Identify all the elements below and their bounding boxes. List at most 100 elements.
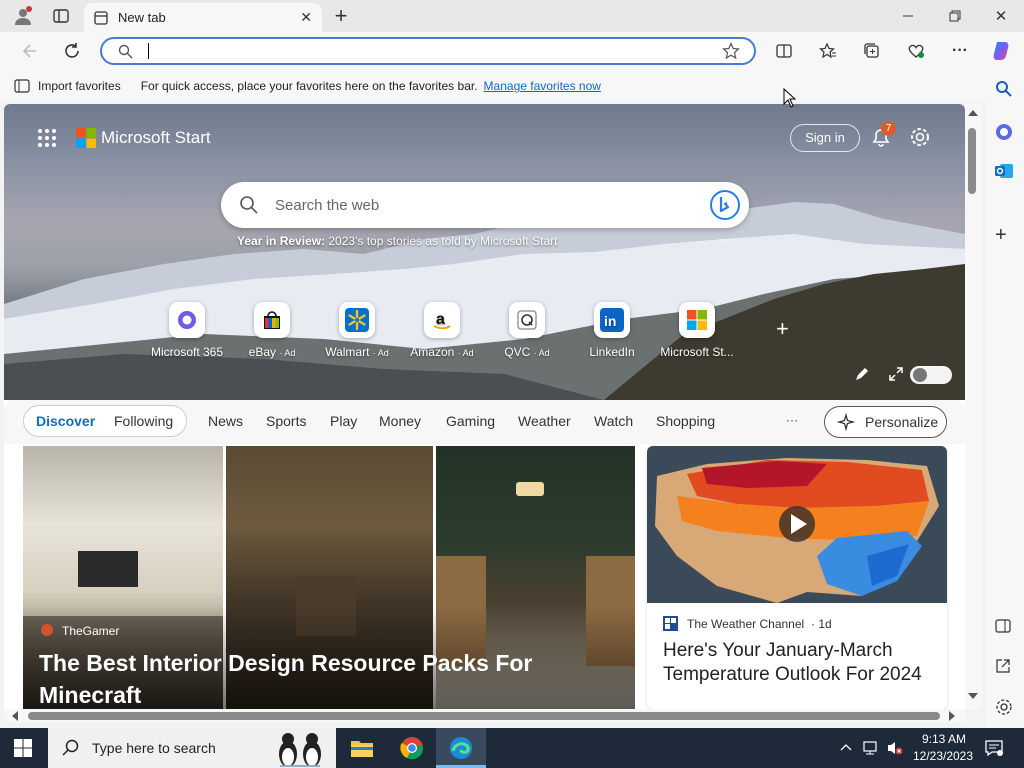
scroll-up-icon[interactable] bbox=[968, 110, 978, 116]
tab-actions-icon[interactable] bbox=[50, 6, 72, 26]
chrome-icon[interactable] bbox=[400, 736, 424, 760]
volume-muted-icon[interactable] bbox=[886, 740, 904, 756]
vertical-scrollbar[interactable] bbox=[965, 104, 981, 709]
favorites-icon[interactable] bbox=[817, 41, 839, 61]
tile-qvc[interactable]: QVC · Ad bbox=[484, 302, 570, 359]
refresh-icon[interactable] bbox=[61, 40, 83, 62]
scroll-down-icon[interactable] bbox=[968, 693, 978, 699]
vertical-scroll-thumb[interactable] bbox=[968, 128, 976, 194]
app-launcher-icon[interactable] bbox=[37, 128, 57, 148]
add-shortcut-icon[interactable]: + bbox=[776, 316, 789, 342]
split-screen-icon[interactable] bbox=[773, 41, 795, 61]
walmart-spark-icon bbox=[345, 308, 369, 332]
tab-following[interactable]: Following bbox=[114, 413, 173, 429]
add-sidebar-app-icon[interactable]: + bbox=[995, 224, 1007, 247]
open-external-icon[interactable] bbox=[995, 658, 1011, 674]
page-settings-gear-icon[interactable] bbox=[909, 126, 931, 148]
outlook-icon[interactable] bbox=[994, 162, 1014, 180]
tab-gaming[interactable]: Gaming bbox=[446, 413, 495, 429]
microsoft365-icon[interactable] bbox=[994, 122, 1014, 142]
clock-time[interactable]: 9:13 AM bbox=[916, 732, 972, 746]
scroll-right-icon[interactable] bbox=[949, 711, 955, 721]
windows-start-icon[interactable] bbox=[14, 739, 32, 757]
import-favorites-icon[interactable] bbox=[14, 79, 30, 93]
personalize-button[interactable]: Personalize bbox=[824, 406, 947, 438]
bing-chat-icon[interactable] bbox=[709, 189, 741, 221]
edge-sidebar: + bbox=[986, 70, 1024, 727]
taskbar-search-box[interactable]: Type here to search bbox=[48, 728, 336, 768]
card1-title[interactable]: The Best Interior Design Resource Packs … bbox=[39, 647, 599, 709]
tile-label: eBay bbox=[248, 345, 276, 359]
windows-taskbar: Type here to search 9:13 AM 12/23/2023 bbox=[0, 728, 1024, 768]
close-tab-icon[interactable]: ✕ bbox=[300, 9, 312, 26]
new-tab-page-icon bbox=[94, 10, 108, 25]
expand-icon[interactable] bbox=[888, 366, 904, 382]
edit-background-icon[interactable] bbox=[854, 366, 870, 382]
feed-navigation: Discover Following News Sports Play Mone… bbox=[4, 400, 965, 444]
back-icon[interactable] bbox=[18, 40, 40, 62]
banner-more-icon[interactable]: ··· bbox=[718, 232, 730, 246]
show-hidden-icons-chevron-icon[interactable] bbox=[839, 740, 853, 754]
collections-icon[interactable] bbox=[861, 41, 883, 61]
qvc-logo-icon bbox=[517, 310, 537, 330]
tile-ebay[interactable]: eBay · Ad bbox=[229, 302, 315, 359]
profile-icon[interactable] bbox=[12, 6, 34, 26]
horizontal-scroll-thumb[interactable] bbox=[28, 712, 940, 720]
brand-title[interactable]: Microsoft Start bbox=[101, 128, 211, 148]
new-tab-icon[interactable]: + bbox=[330, 3, 352, 28]
background-toggle[interactable] bbox=[910, 366, 952, 384]
minimize-icon[interactable] bbox=[896, 6, 920, 26]
address-bar[interactable] bbox=[100, 37, 756, 65]
more-options-icon[interactable]: ··· bbox=[949, 41, 971, 61]
edge-taskbar-button[interactable] bbox=[436, 728, 486, 768]
file-explorer-icon[interactable] bbox=[350, 737, 374, 759]
tile-label: Amazon bbox=[410, 345, 455, 359]
scroll-left-icon[interactable] bbox=[12, 711, 18, 721]
more-tabs-button[interactable]: ··· bbox=[786, 413, 798, 427]
manage-favorites-link[interactable]: Manage favorites now bbox=[484, 79, 601, 93]
tab-news[interactable]: News bbox=[208, 413, 243, 429]
linkedin-logo-icon: in bbox=[600, 308, 624, 332]
tab-weather[interactable]: Weather bbox=[518, 413, 571, 429]
import-favorites-label[interactable]: Import favorites bbox=[38, 79, 121, 93]
news-card-weather[interactable]: The Weather Channel · 1d Here's Your Jan… bbox=[647, 446, 947, 709]
tab-new-tab[interactable]: New tab ✕ bbox=[84, 3, 322, 32]
tile-amazon[interactable]: a Amazon · Ad bbox=[399, 302, 485, 359]
close-window-icon[interactable]: ✕ bbox=[989, 6, 1013, 26]
tile-linkedin[interactable]: in LinkedIn bbox=[569, 302, 655, 359]
tile-microsoft-365[interactable]: Microsoft 365 bbox=[144, 302, 230, 359]
card2-title[interactable]: Here's Your January-March Temperature Ou… bbox=[663, 639, 933, 687]
network-icon[interactable] bbox=[862, 740, 880, 756]
edge-icon bbox=[450, 737, 472, 759]
tab-discover[interactable]: Discover bbox=[36, 413, 95, 429]
card2-age: · 1d bbox=[811, 617, 832, 631]
tab-sports[interactable]: Sports bbox=[266, 413, 306, 429]
tile-walmart[interactable]: Walmart · Ad bbox=[314, 302, 400, 359]
ad-label: · Ad bbox=[372, 348, 389, 358]
microsoft-store-icon bbox=[687, 310, 707, 330]
personalize-label: Personalize bbox=[865, 414, 939, 430]
tile-microsoft-store[interactable]: Microsoft St... bbox=[654, 302, 740, 359]
microsoft365-tile-icon bbox=[178, 311, 196, 329]
tab-shopping[interactable]: Shopping bbox=[656, 413, 715, 429]
sidebar-settings-icon[interactable] bbox=[995, 698, 1013, 716]
ebay-bag-icon bbox=[264, 311, 280, 329]
restore-icon[interactable] bbox=[943, 6, 967, 26]
bing-search-icon[interactable] bbox=[995, 80, 1013, 98]
favorite-star-icon[interactable] bbox=[722, 42, 740, 60]
ad-label: · Ad bbox=[279, 348, 296, 358]
copilot-icon[interactable] bbox=[989, 39, 1015, 63]
clock-date[interactable]: 12/23/2023 bbox=[908, 749, 978, 763]
browser-essentials-icon[interactable] bbox=[905, 41, 927, 61]
horizontal-scrollbar[interactable] bbox=[4, 709, 965, 723]
sign-in-button[interactable]: Sign in bbox=[790, 124, 860, 152]
notification-center-icon[interactable] bbox=[984, 738, 1004, 758]
tab-money[interactable]: Money bbox=[379, 413, 421, 429]
web-search-box[interactable]: Search the web bbox=[221, 182, 749, 228]
tab-play[interactable]: Play bbox=[330, 413, 357, 429]
tab-watch[interactable]: Watch bbox=[594, 413, 633, 429]
news-card-minecraft[interactable]: TheGamer The Best Interior Design Resour… bbox=[23, 446, 635, 709]
address-input[interactable] bbox=[148, 43, 149, 59]
year-in-review-banner[interactable]: Year in Review: 2023's top stories as to… bbox=[237, 234, 557, 248]
hide-sidebar-icon[interactable] bbox=[995, 618, 1011, 634]
